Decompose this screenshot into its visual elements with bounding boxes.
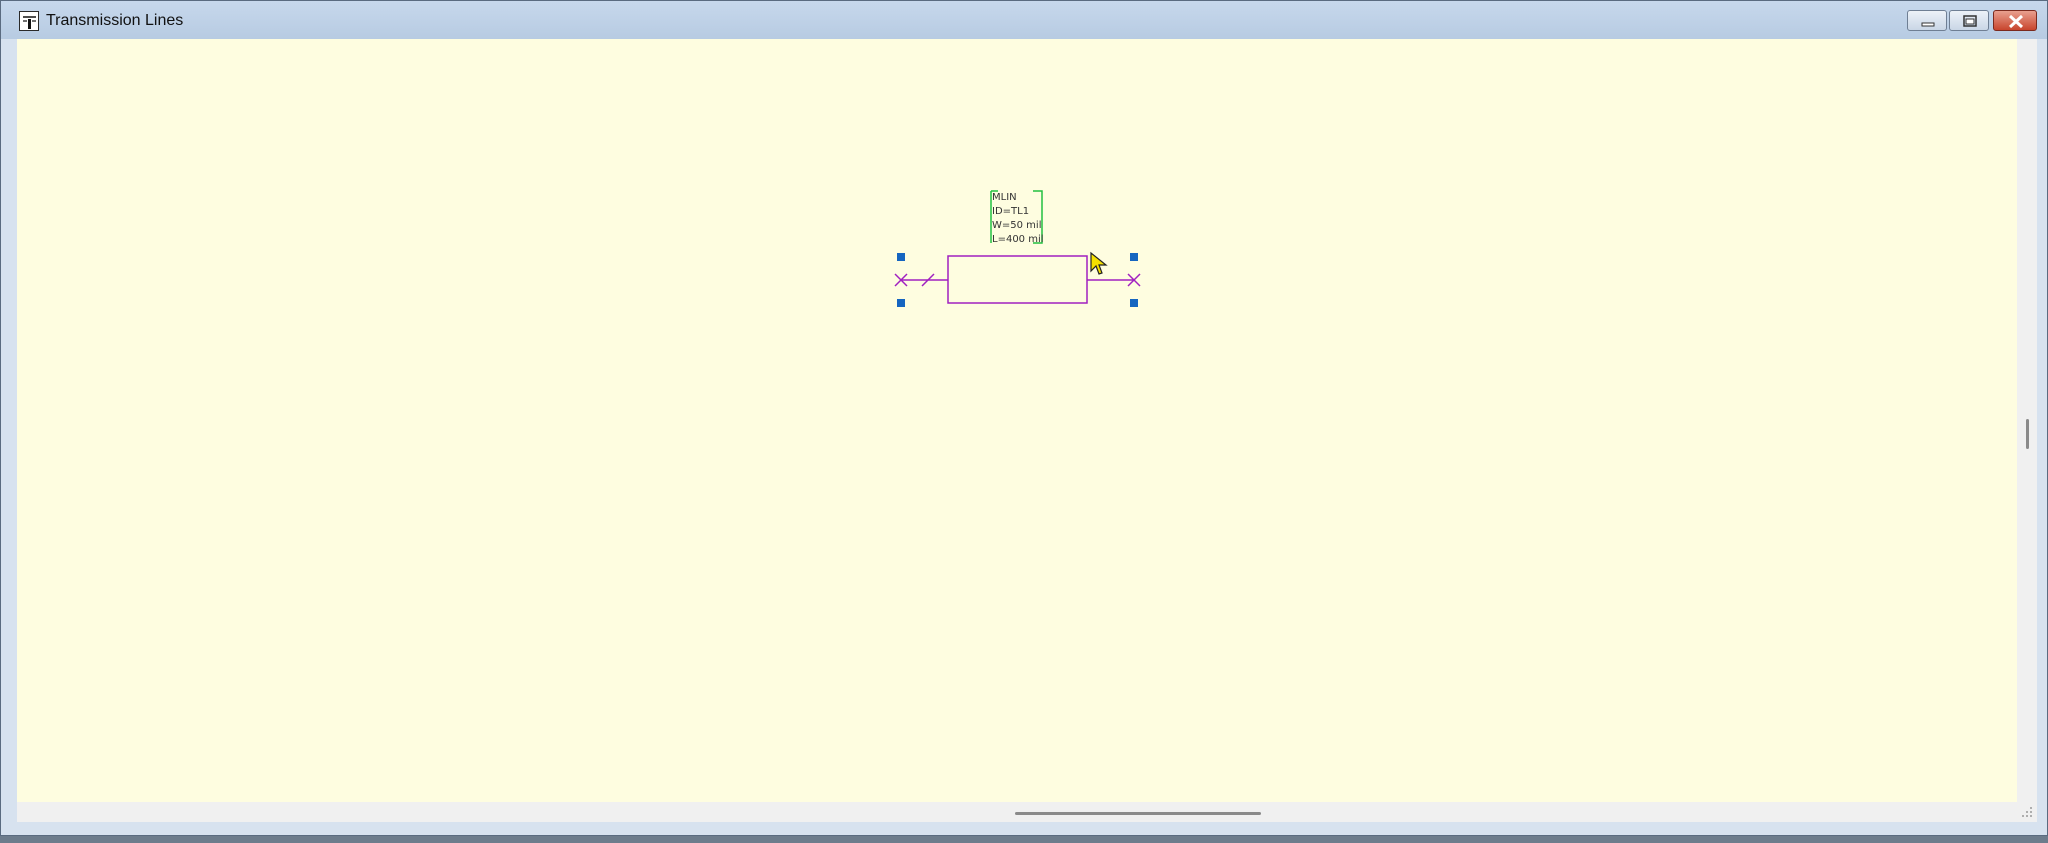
horizontal-scroll-thumb[interactable] xyxy=(1015,812,1261,815)
selection-handle-top-left[interactable] xyxy=(897,253,905,261)
vertical-scroll-thumb[interactable] xyxy=(2026,419,2029,449)
component-width-label: W=50 mil xyxy=(992,220,1041,231)
component-id-label: ID=TL1 xyxy=(992,206,1029,217)
mouse-cursor-icon xyxy=(1090,251,1108,275)
component-label[interactable]: MLIN ID=TL1 W=50 mil L=400 mil xyxy=(990,190,1044,245)
selection-handle-bottom-right[interactable] xyxy=(1130,299,1138,307)
component-type-label: MLIN xyxy=(992,192,1017,203)
app-window: Transmission Lines MLIN ID=TL1 W=50 mil … xyxy=(0,0,2048,836)
resize-grip-icon[interactable] xyxy=(2017,802,2037,822)
selection-handle-top-right[interactable] xyxy=(1130,253,1138,261)
selection-handle-bottom-left[interactable] xyxy=(897,299,905,307)
horizontal-scrollbar[interactable] xyxy=(17,802,2017,822)
line-body[interactable] xyxy=(947,255,1088,304)
component-length-label: L=400 mil xyxy=(992,234,1044,245)
vertical-scrollbar[interactable] xyxy=(2017,39,2037,802)
mlin-component[interactable]: MLIN ID=TL1 W=50 mil L=400 mil xyxy=(1,1,2048,843)
